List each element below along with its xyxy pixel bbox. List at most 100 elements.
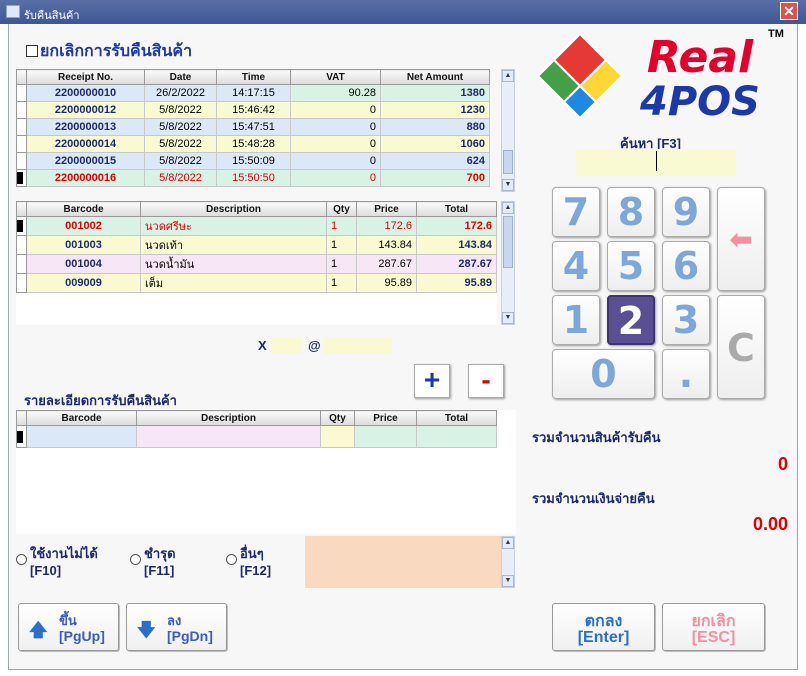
ok-button[interactable]: ตกลง [Enter] [552, 603, 655, 651]
key-clear[interactable]: C [717, 295, 765, 399]
item-row[interactable]: 001004 นวดน้ำมัน 1 287.67 287.67 [16, 254, 497, 274]
vat-cell[interactable]: 0 [290, 152, 381, 170]
row-selector-active[interactable] [16, 216, 27, 236]
scroll-down-icon[interactable]: ▼ [502, 179, 514, 191]
item-row[interactable]: 009009 เต็ม 1 95.89 95.89 [16, 273, 497, 293]
total-input-cell[interactable] [416, 425, 497, 448]
reason-note-input[interactable] [305, 536, 501, 588]
item-row[interactable]: 001003 นวดเท้า 1 143.84 143.84 [16, 235, 497, 255]
scroll-down-icon[interactable]: ▼ [502, 575, 514, 587]
time-cell[interactable]: 15:50:50 [216, 169, 291, 187]
vat-cell[interactable]: 90.28 [290, 84, 381, 102]
key-9[interactable]: 9 [662, 187, 710, 237]
price-input-cell[interactable] [354, 425, 417, 448]
scroll-up-icon[interactable]: ▲ [502, 537, 514, 549]
description-cell[interactable]: นวดศรีษะ [140, 216, 327, 236]
backspace-icon[interactable]: ⬅ [717, 187, 765, 291]
key-4[interactable]: 4 [552, 241, 600, 291]
barcode-cell[interactable]: 001003 [26, 235, 141, 255]
key-8[interactable]: 8 [607, 187, 655, 237]
vat-cell[interactable]: 0 [290, 135, 381, 153]
row-selector[interactable] [16, 235, 27, 255]
radio-circle-icon[interactable] [226, 554, 237, 565]
receipt-no-cell[interactable]: 2200000013 [26, 118, 145, 136]
receipts-scrollbar[interactable]: ▲ ▼ [501, 69, 515, 192]
page-up-button[interactable]: 🡅 ขึ้น [PgUp] [18, 603, 119, 651]
plus-button[interactable]: + [414, 364, 450, 398]
date-cell[interactable]: 5/8/2022 [144, 152, 217, 170]
checkbox-box[interactable] [26, 45, 38, 57]
barcode-cell[interactable]: 001002 [26, 216, 141, 236]
barcode-cell[interactable]: 009009 [26, 273, 141, 293]
total-cell[interactable]: 143.84 [416, 235, 497, 255]
time-cell[interactable]: 15:47:51 [216, 118, 291, 136]
date-cell[interactable]: 26/2/2022 [144, 84, 217, 102]
radio-circle-icon[interactable] [16, 554, 27, 565]
receipt-row[interactable]: 2200000013 5/8/2022 15:47:51 0 880 [16, 118, 490, 136]
key-3[interactable]: 3 [662, 295, 710, 345]
scroll-thumb[interactable] [503, 216, 513, 268]
row-selector[interactable] [16, 152, 27, 170]
key-2[interactable]: 2 [607, 295, 655, 345]
total-cell[interactable]: 287.67 [416, 254, 497, 274]
reason-other-radio[interactable]: อื่นๆ [F12] [226, 545, 271, 579]
key-6[interactable]: 6 [662, 241, 710, 291]
receipt-row[interactable]: 2200000015 5/8/2022 15:50:09 0 624 [16, 152, 490, 170]
price-cell[interactable]: 143.84 [356, 235, 417, 255]
date-cell[interactable]: 5/8/2022 [144, 118, 217, 136]
scroll-up-icon[interactable]: ▲ [502, 202, 514, 214]
key-0[interactable]: 0 [552, 349, 655, 399]
qty-cell[interactable]: 1 [326, 273, 357, 293]
quantity-input[interactable] [272, 337, 302, 354]
description-cell[interactable]: นวดน้ำมัน [140, 254, 327, 274]
scroll-thumb[interactable] [503, 150, 513, 174]
note-scrollbar[interactable]: ▲ ▼ [501, 536, 515, 588]
row-selector[interactable] [16, 118, 27, 136]
items-scrollbar[interactable]: ▲ ▼ [501, 201, 515, 325]
row-selector[interactable] [16, 101, 27, 119]
reason-unusable-radio[interactable]: ใช้งานไม่ได้ [F10] [16, 545, 98, 579]
description-input[interactable] [136, 425, 321, 448]
scroll-down-icon[interactable]: ▼ [502, 312, 514, 324]
vat-cell[interactable]: 0 [290, 118, 381, 136]
date-cell[interactable]: 5/8/2022 [144, 169, 217, 187]
net-amount-cell[interactable]: 1230 [380, 101, 490, 119]
minus-button[interactable]: - [468, 364, 504, 398]
row-selector[interactable] [16, 273, 27, 293]
net-amount-cell[interactable]: 1060 [380, 135, 490, 153]
net-amount-cell[interactable]: 880 [380, 118, 490, 136]
date-cell[interactable]: 5/8/2022 [144, 135, 217, 153]
close-button[interactable]: ✕ [780, 2, 798, 20]
key-1[interactable]: 1 [552, 295, 600, 345]
search-input[interactable] [576, 149, 736, 176]
date-cell[interactable]: 5/8/2022 [144, 101, 217, 119]
net-amount-cell[interactable]: 1380 [380, 84, 490, 102]
receipt-no-cell[interactable]: 2200000016 [26, 169, 145, 187]
barcode-cell[interactable]: 001004 [26, 254, 141, 274]
time-cell[interactable]: 15:50:09 [216, 152, 291, 170]
receipt-no-cell[interactable]: 2200000010 [26, 84, 145, 102]
cancel-return-checkbox[interactable]: ยกเลิกการรับคืนสินค้า [26, 39, 192, 64]
key-7[interactable]: 7 [552, 187, 600, 237]
vat-cell[interactable]: 0 [290, 169, 381, 187]
receipt-row-selected[interactable]: 2200000016 5/8/2022 15:50:50 0 700 [16, 169, 490, 187]
qty-input[interactable] [320, 425, 355, 448]
time-cell[interactable]: 15:46:42 [216, 101, 291, 119]
radio-circle-icon[interactable] [130, 554, 141, 565]
qty-cell[interactable]: 1 [326, 254, 357, 274]
key-5[interactable]: 5 [607, 241, 655, 291]
cancel-button[interactable]: ยกเลิก [ESC] [662, 603, 765, 651]
time-cell[interactable]: 14:17:15 [216, 84, 291, 102]
receipt-row[interactable]: 2200000012 5/8/2022 15:46:42 0 1230 [16, 101, 490, 119]
item-row-selected[interactable]: 001002 นวดศรีษะ 1 172.6 172.6 [16, 216, 497, 236]
receipt-row[interactable]: 2200000014 5/8/2022 15:48:28 0 1060 [16, 135, 490, 153]
row-selector[interactable] [16, 135, 27, 153]
qty-cell[interactable]: 1 [326, 235, 357, 255]
return-input-row[interactable] [16, 425, 497, 448]
receipt-no-cell[interactable]: 2200000012 [26, 101, 145, 119]
row-selector-active[interactable] [16, 425, 27, 448]
price-cell[interactable]: 172.6 [356, 216, 417, 236]
receipt-row[interactable]: 2200000010 26/2/2022 14:17:15 90.28 1380 [16, 84, 490, 102]
key-decimal[interactable]: . [662, 349, 710, 399]
barcode-input[interactable] [26, 425, 137, 448]
